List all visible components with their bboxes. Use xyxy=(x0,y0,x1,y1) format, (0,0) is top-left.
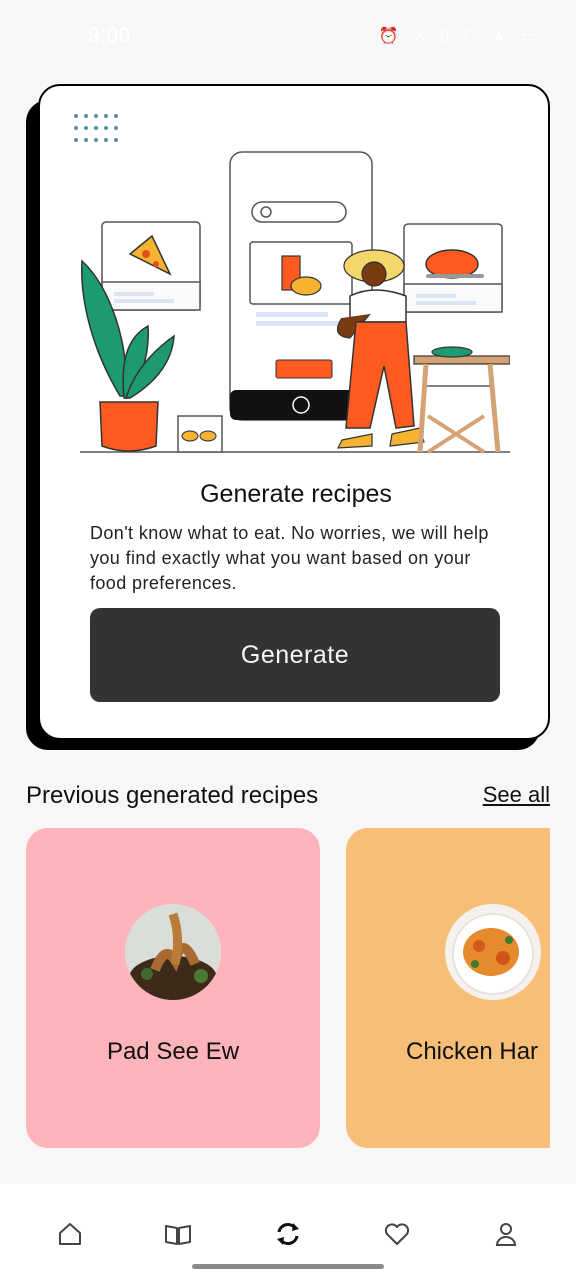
takeout-box xyxy=(177,415,223,453)
status-icons: ⏰ ✕ ▯ ◠ ▲ ▭ xyxy=(379,26,536,46)
hero-title: Generate recipes xyxy=(200,480,392,508)
previous-recipes-header: Previous generated recipes See all xyxy=(26,782,550,814)
pizza-panel xyxy=(101,221,201,311)
vibrate-icon: ▯ xyxy=(440,28,450,45)
heart-icon xyxy=(384,1223,410,1245)
hero-card: Generate recipes Don't know what to eat.… xyxy=(38,84,550,740)
section-title: Previous generated recipes xyxy=(26,782,319,809)
recipe-name: Chicken Har xyxy=(406,1038,539,1065)
alarm-icon: ⏰ xyxy=(378,28,399,45)
book-icon xyxy=(165,1225,191,1245)
nav-home[interactable] xyxy=(50,1214,90,1254)
wifi-icon: ◠ xyxy=(463,28,478,45)
nav-profile[interactable] xyxy=(486,1214,526,1254)
status-time: 9:00 xyxy=(88,24,131,47)
nav-generate[interactable] xyxy=(268,1214,308,1254)
recipes-carousel[interactable]: Pad See Ew Chicken Har xyxy=(26,828,550,1148)
home-icon xyxy=(59,1223,81,1245)
recipe-card[interactable]: Pad See Ew xyxy=(26,828,320,1148)
profile-icon xyxy=(495,1223,517,1246)
hero-description: Don't know what to eat. No worries, we w… xyxy=(90,523,489,593)
recipe-name: Pad See Ew xyxy=(106,1038,240,1065)
recipe-image xyxy=(445,904,541,1000)
table xyxy=(413,346,510,454)
dots-pattern xyxy=(74,114,118,144)
chicken-panel xyxy=(403,223,503,313)
generate-button[interactable]: Generate xyxy=(90,608,500,702)
signal-icon: ▲ xyxy=(491,27,507,44)
recipe-image xyxy=(125,904,221,1000)
nav-favorites[interactable] xyxy=(377,1214,417,1254)
see-all-link[interactable]: See all xyxy=(483,782,550,808)
mute-icon: ✕ xyxy=(412,28,427,45)
food-illustration xyxy=(80,151,510,454)
home-indicator xyxy=(192,1264,384,1269)
generate-icon xyxy=(277,1223,299,1245)
status-bar: 9:00 ⏰ ✕ ▯ ◠ ▲ ▭ xyxy=(0,0,576,72)
battery-icon: ▭ xyxy=(520,28,536,45)
recipe-card[interactable]: Chicken Har xyxy=(346,828,550,1148)
nav-recipes[interactable] xyxy=(158,1214,198,1254)
